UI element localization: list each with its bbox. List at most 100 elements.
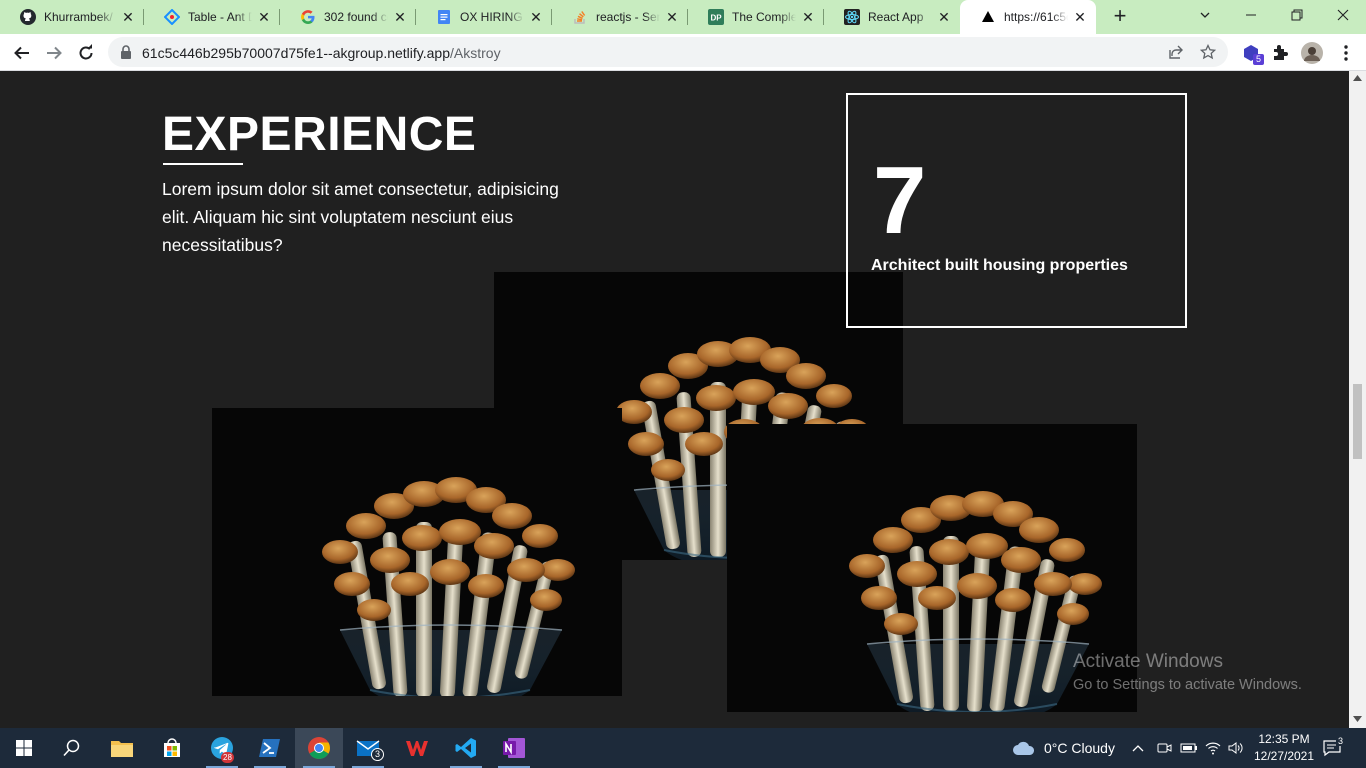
netlify-icon [980, 9, 996, 25]
show-hidden-icons[interactable] [1132, 728, 1144, 768]
cloud-icon [1013, 741, 1035, 755]
close-tab-icon[interactable]: ✕ [936, 9, 952, 25]
close-tab-icon[interactable]: ✕ [528, 9, 544, 25]
url-host: 61c5c446b295b70007d75fe1--akgroup.netlif… [142, 45, 450, 61]
close-tab-icon[interactable]: ✕ [800, 9, 816, 25]
close-tab-icon[interactable]: ✕ [392, 9, 408, 25]
browser-tab[interactable]: Khurrambek/ ✕ [0, 0, 144, 34]
folder-icon [111, 741, 133, 757]
restore-button[interactable] [1274, 0, 1320, 30]
arrow-left-icon [14, 46, 29, 60]
speaker-icon [1228, 742, 1243, 754]
battery-icon [1180, 743, 1197, 753]
taskbar-app-powershell[interactable] [246, 728, 294, 768]
volume-icon[interactable] [1228, 728, 1244, 768]
taskbar-app-file-explorer[interactable] [98, 728, 146, 768]
action-center-button[interactable]: 3 [1322, 728, 1346, 768]
stat-card: 7 Architect built housing properties [846, 93, 1187, 328]
google-icon [300, 9, 316, 25]
search-button[interactable] [48, 728, 96, 768]
notification-badge: 3 [371, 748, 385, 761]
page-scrollbar[interactable] [1349, 71, 1366, 728]
more-vertical-icon [1344, 45, 1348, 61]
taskbar-app-wps-office[interactable] [393, 728, 441, 768]
battery-icon[interactable] [1180, 728, 1198, 768]
tab-title: OX HIRING | F [460, 10, 524, 24]
tab-title: Khurrambek/ [44, 10, 113, 24]
browser-tab[interactable]: React App ✕ [824, 0, 960, 34]
dp-icon: DP [708, 9, 724, 25]
clock-time: 12:35 PM [1258, 732, 1310, 746]
minimize-icon [1246, 14, 1256, 16]
start-button[interactable] [0, 728, 48, 768]
browser-tab[interactable]: OX HIRING | F ✕ [416, 0, 552, 34]
new-tab-button[interactable]: + [1108, 5, 1132, 29]
restore-icon [1291, 9, 1303, 21]
reload-icon [79, 44, 93, 60]
url-path: /Akstroy [450, 45, 501, 61]
onenote-icon [503, 738, 525, 758]
extensions-menu-button[interactable] [1266, 39, 1294, 67]
lock-icon [121, 45, 131, 59]
chevron-up-icon [1132, 745, 1144, 752]
stat-label: Architect built housing properties [871, 257, 1128, 274]
close-icon [1337, 9, 1349, 21]
share-icon[interactable] [1168, 44, 1184, 60]
svg-text:DP: DP [710, 14, 722, 23]
gallery-image [212, 408, 622, 696]
taskbar-app-mail[interactable]: 3 [344, 728, 392, 768]
chrome-icon [308, 737, 330, 759]
forward-button[interactable] [40, 39, 68, 67]
star-icon[interactable] [1200, 44, 1216, 60]
search-icon [63, 739, 80, 757]
page-content: EXPERIENCE Lorem ipsum dolor sit amet co… [0, 71, 1349, 728]
address-bar[interactable]: 61c5c446b295b70007d75fe1--akgroup.netlif… [108, 37, 1228, 67]
stat-number: 7 [873, 147, 927, 254]
close-tab-icon[interactable]: ✕ [664, 9, 680, 25]
browser-tab-active[interactable]: https://61c5c ✕ [960, 0, 1096, 34]
browser-tab[interactable]: 302 found co ✕ [280, 0, 416, 34]
weather-widget[interactable]: 0°C Cloudy [1012, 728, 1115, 768]
reload-button[interactable] [72, 39, 100, 67]
scroll-up-icon [1353, 75, 1362, 81]
chrome-menu-button[interactable] [1332, 39, 1360, 67]
profile-avatar[interactable] [1298, 39, 1326, 67]
minimize-button[interactable] [1228, 0, 1274, 30]
react-icon [844, 9, 860, 25]
vscode-icon [455, 738, 476, 758]
browser-tab[interactable]: Table - Ant D ✕ [144, 0, 280, 34]
windows-logo-icon [16, 740, 32, 756]
browser-tab[interactable]: reactjs - Send ✕ [552, 0, 688, 34]
clock-date: 12/27/2021 [1253, 749, 1315, 763]
camera-icon [1157, 743, 1172, 753]
close-window-button[interactable] [1320, 0, 1366, 30]
tab-search-button[interactable] [1182, 0, 1228, 30]
tab-title: React App [868, 10, 924, 24]
chevron-down-icon [1200, 12, 1210, 18]
close-tab-icon[interactable]: ✕ [256, 9, 272, 25]
wifi-icon[interactable] [1205, 728, 1221, 768]
taskbar-app-chrome[interactable] [295, 728, 343, 768]
section-description: Lorem ipsum dolor sit amet consectetur, … [162, 179, 559, 255]
close-tab-icon[interactable]: ✕ [120, 9, 136, 25]
tab-title: reactjs - Send [596, 10, 660, 24]
avatar-icon [1301, 42, 1323, 64]
taskbar-app-onenote[interactable] [490, 728, 538, 768]
extension-button[interactable]: 5 [1238, 39, 1266, 67]
store-icon [164, 738, 180, 757]
notification-badge: 28 [221, 752, 234, 763]
taskbar-app-microsoft-store[interactable] [148, 728, 196, 768]
watermark-title: Activate Windows [1073, 651, 1223, 672]
taskbar-app-telegram[interactable]: 28 [198, 728, 246, 768]
browser-tab[interactable]: DP The Complete ✕ [688, 0, 824, 34]
close-tab-icon[interactable]: ✕ [1072, 9, 1088, 25]
system-clock[interactable]: 12:35 PM 12/27/2021 [1248, 731, 1320, 765]
notification-count: 3 [1336, 736, 1346, 746]
browser-toolbar: 61c5c446b295b70007d75fe1--akgroup.netlif… [0, 34, 1366, 71]
back-button[interactable] [8, 39, 36, 67]
scrollbar-thumb[interactable] [1353, 384, 1362, 459]
meet-now-icon[interactable] [1156, 728, 1172, 768]
wifi-icon [1205, 742, 1221, 755]
taskbar-app-vscode[interactable] [442, 728, 490, 768]
tab-title: https://61c5c [1004, 10, 1068, 24]
